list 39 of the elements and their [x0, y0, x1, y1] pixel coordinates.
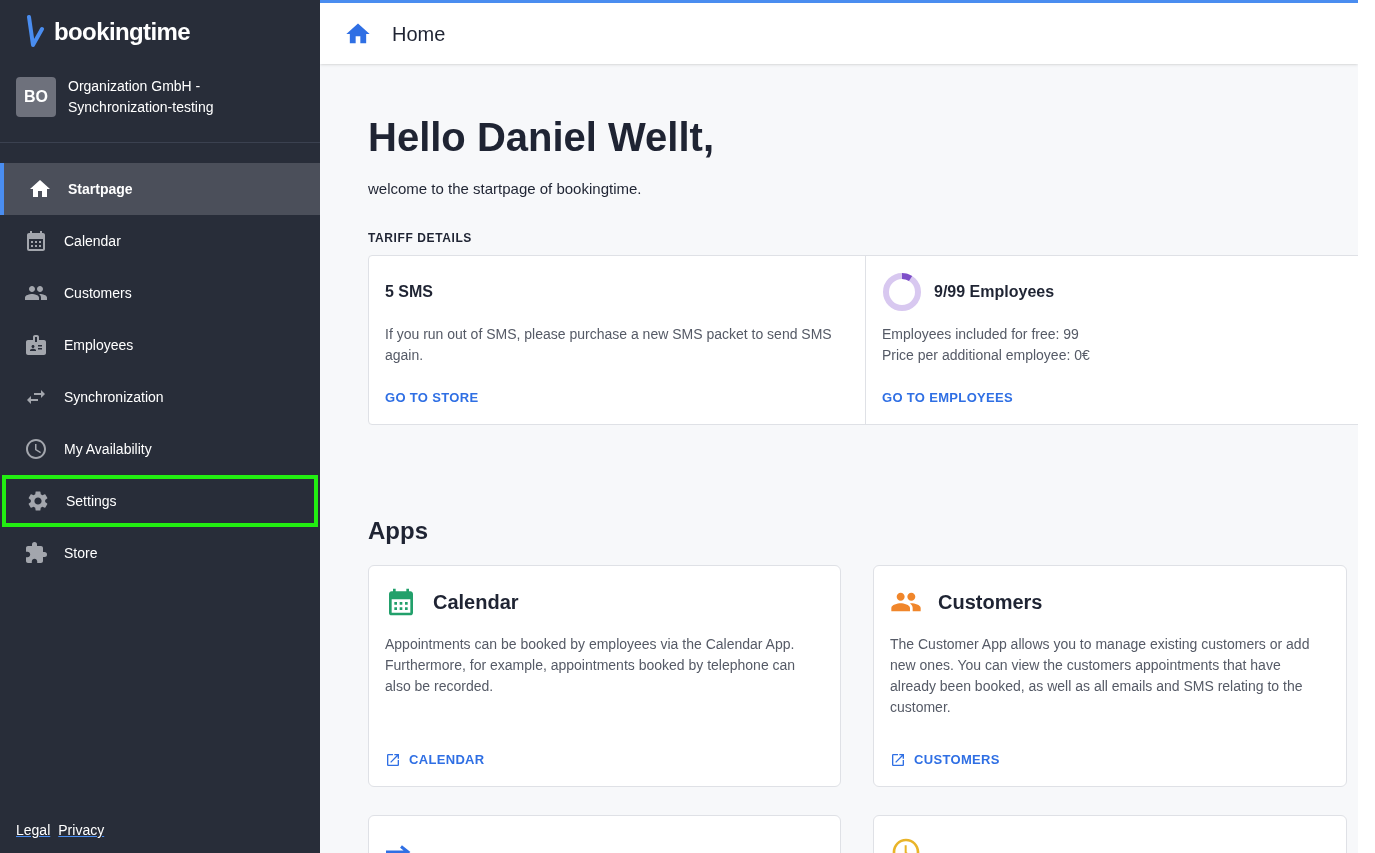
brand-name: bookingtime [54, 17, 191, 47]
sidebar-item[interactable]: Employees [0, 319, 320, 371]
greeting-subtitle: welcome to the startpage of bookingtime. [368, 179, 643, 199]
organization-name: Organization GmbH - Synchronization-testing [68, 77, 215, 117]
app-description: The Customer App allows you to manage existing customers or add new ones. You can view the customers appointments that have already been booked, as well as all emails and SMS relating to the customer. [890, 634, 1311, 717]
id-badge-icon [24, 333, 48, 357]
app-description: Appointments can be booked by employees via the Calendar App. Furthermore, for example, appointments booked by telephone can also be recorded. [385, 634, 797, 696]
sidebar-item[interactable]: Synchronization [0, 371, 320, 423]
footer-link[interactable]: Legal [16, 820, 51, 841]
app-link[interactable]: CUSTOMERS [890, 750, 1000, 770]
sidebar-item[interactable]: Startpage [0, 163, 320, 215]
external-link-icon [890, 751, 906, 768]
tariff-text: Price per additional employee: 0€ [882, 345, 1091, 365]
apps-heading: Apps [368, 515, 429, 546]
settings-icon [26, 489, 50, 513]
puzzle-icon [24, 541, 48, 565]
sidebar-item[interactable]: Store [0, 527, 320, 579]
greeting-title: Hello Daniel Wellt, [368, 114, 715, 161]
page-title: Home [392, 21, 446, 47]
section-heading: TARIFF DETAILS [368, 229, 473, 247]
external-link-icon [385, 751, 401, 768]
organization-avatar: BO [16, 77, 56, 117]
tariff-text: If you run out of SMS, please purchase a new SMS packet to send SMS again. [385, 324, 833, 365]
footer-link[interactable]: Privacy [58, 820, 105, 841]
sidebar-item[interactable]: Customers [0, 267, 320, 319]
tariff-link[interactable]: GO TO STORE [385, 388, 479, 408]
tariff-title: 5 SMS [385, 281, 433, 302]
app-link[interactable]: CALENDAR [385, 750, 485, 770]
sidebar-item[interactable]: Calendar [0, 215, 320, 267]
calendar-icon [24, 229, 48, 253]
tariff-link[interactable]: GO TO EMPLOYEES [882, 388, 1014, 408]
tariff-title: 9/99 Employees [934, 281, 1055, 302]
logo-icon [24, 15, 46, 49]
sidebar-item[interactable]: Settings [2, 475, 318, 527]
clock-icon [24, 437, 48, 461]
tariff-text: Employees included for free: 99 [882, 324, 1080, 344]
sidebar-item[interactable]: My Availability [0, 423, 320, 475]
app-title: Customers [938, 589, 1043, 615]
app-title: Calendar [433, 589, 519, 615]
